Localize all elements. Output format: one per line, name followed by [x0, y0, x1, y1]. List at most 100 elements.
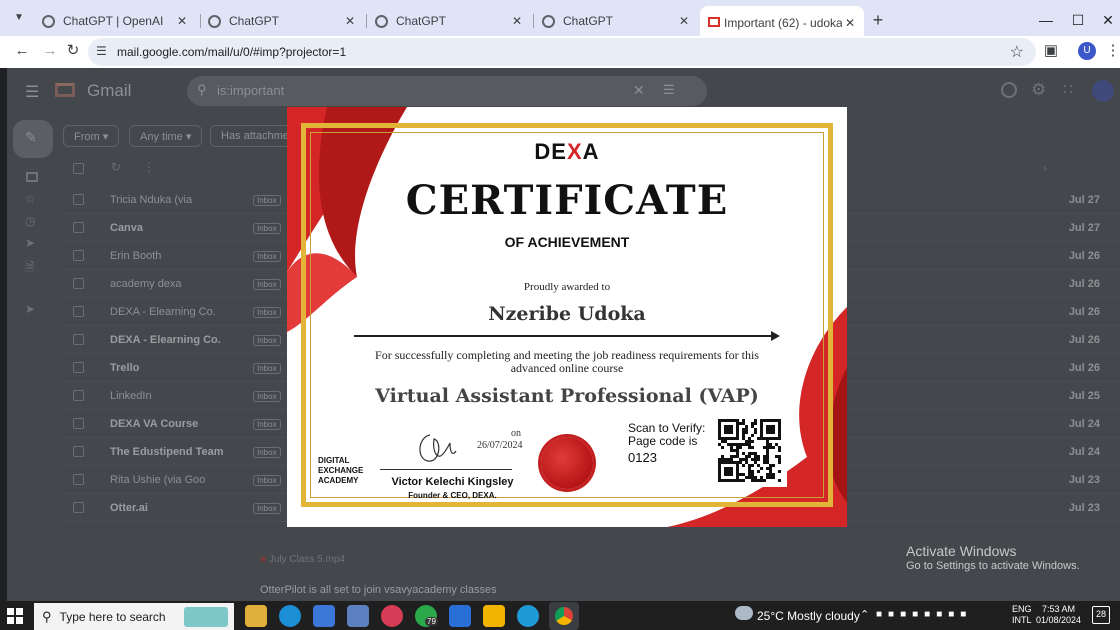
windows-start-icon[interactable]	[6, 607, 24, 625]
notification-icon[interactable]: 28	[1092, 606, 1110, 624]
row-checkbox[interactable]	[73, 362, 84, 373]
row-checkbox[interactable]	[73, 278, 84, 289]
certificate-title: CERTIFICATE	[405, 177, 729, 224]
whatsapp-icon[interactable]: 79	[415, 605, 438, 627]
signer-role: Founder & CEO, DEXA.	[408, 491, 497, 500]
weather-text[interactable]: 25°C Mostly cloudy	[757, 609, 860, 623]
divider-arrow	[354, 335, 774, 337]
mail-search-input[interactable]: ⚲ is:important ✕ ☰	[187, 76, 707, 106]
system-tray-icons[interactable]: ■■■■■■■■	[876, 609, 972, 620]
sent-icon[interactable]: ➤	[25, 236, 35, 250]
chrome-icon	[555, 607, 573, 625]
row-checkbox[interactable]	[73, 502, 84, 513]
search-icon: ⚲	[197, 82, 207, 97]
mail-date: Jul 23	[1068, 502, 1100, 514]
mail-subject: OtterPilot is all set to join vsavyacade…	[260, 584, 497, 596]
certificate-subtitle: OF ACHIEVEMENT	[504, 234, 630, 250]
inbox-tag: Inbox	[253, 335, 281, 346]
filter-any-time[interactable]: Any time ▾	[129, 125, 203, 147]
forward-button[interactable]: →	[39, 40, 61, 62]
close-icon[interactable]: ✕	[842, 16, 858, 30]
awarded-text: Proudly awarded to	[523, 281, 611, 293]
app-colored-icon[interactable]	[381, 605, 403, 627]
starred-icon[interactable]: ☆	[25, 192, 36, 206]
tab-gmail-important[interactable]: Important (62) - udokanzeribe ✕	[700, 6, 864, 40]
mail-date: Jul 26	[1068, 362, 1100, 374]
close-icon[interactable]: ✕	[174, 14, 190, 28]
site-info-icon[interactable]: ☰	[96, 44, 107, 58]
main-menu-icon[interactable]: ☰	[25, 82, 39, 102]
search-highlight-image	[184, 607, 228, 627]
close-icon[interactable]: ✕	[676, 14, 692, 28]
language-indicator[interactable]: ENG INTL	[1012, 604, 1032, 626]
row-checkbox[interactable]	[73, 418, 84, 429]
mail-sender: Trello	[110, 362, 140, 374]
apps-grid-icon[interactable]: ∷	[1063, 80, 1073, 98]
whatsapp-badge: 79	[425, 617, 438, 626]
back-button[interactable]: ←	[11, 40, 33, 62]
attachment-name: July Class 5.mp4	[268, 554, 345, 565]
close-icon[interactable]: ✕	[342, 14, 358, 28]
row-checkbox[interactable]	[73, 446, 84, 457]
lang-code: ENG	[1012, 604, 1032, 614]
help-icon[interactable]	[1001, 82, 1017, 98]
address-bar[interactable]: ☰ mail.google.com/mail/u/0/#imp?projecto…	[88, 38, 1036, 66]
app-icon[interactable]	[347, 605, 369, 627]
refresh-icon[interactable]: ↻	[111, 160, 121, 174]
row-checkbox[interactable]	[73, 334, 84, 345]
minimize-button[interactable]: —	[1034, 8, 1058, 32]
mail-sender: DEXA - Elearning Co.	[110, 334, 221, 346]
filter-from[interactable]: From ▾	[63, 125, 120, 147]
activate-windows-title: Activate Windows	[906, 543, 1017, 559]
extensions-icon[interactable]: ▣	[1040, 40, 1062, 62]
more-icon[interactable]: ⋮	[143, 160, 155, 174]
attachment-chip[interactable]: ■ July Class 5.mp4	[260, 554, 345, 565]
maximize-button[interactable]: ☐	[1066, 8, 1090, 32]
tab-chatgpt-3[interactable]: ChatGPT ✕	[367, 8, 531, 34]
signature	[419, 434, 457, 462]
mail-icon[interactable]	[449, 605, 471, 627]
new-tab-button[interactable]: +	[868, 10, 888, 30]
dexa-logo: DEXA	[534, 139, 600, 164]
account-avatar[interactable]	[1092, 80, 1114, 102]
snoozed-icon[interactable]: ◷	[25, 214, 35, 228]
store-icon[interactable]	[313, 605, 335, 627]
more-menu-icon[interactable]: ⋮	[1102, 40, 1120, 62]
close-window-button[interactable]: ✕	[1096, 8, 1120, 32]
settings-gear-icon[interactable]: ⚙	[1031, 80, 1046, 100]
taskbar-search[interactable]: ⚲ Type here to search	[34, 603, 234, 630]
bookmark-star-icon[interactable]: ☆	[1010, 42, 1024, 62]
clock-date: 01/08/2024	[1036, 615, 1082, 625]
reload-button[interactable]: ↻	[62, 40, 84, 62]
row-checkbox[interactable]	[73, 306, 84, 317]
file-explorer-icon[interactable]	[245, 605, 267, 627]
row-checkbox[interactable]	[73, 390, 84, 401]
clear-search-icon[interactable]: ✕	[633, 82, 645, 99]
inbox-icon[interactable]	[26, 172, 38, 182]
tab-search-chevron-icon[interactable]: ▼	[14, 12, 24, 23]
google-drive-icon[interactable]	[483, 605, 505, 627]
row-checkbox[interactable]	[73, 474, 84, 485]
row-checkbox[interactable]	[73, 250, 84, 261]
row-checkbox[interactable]	[73, 194, 84, 205]
search-options-icon[interactable]: ☰	[663, 82, 675, 98]
row-checkbox[interactable]	[73, 222, 84, 233]
tab-chatgpt-2[interactable]: ChatGPT ✕	[200, 8, 364, 34]
next-page-icon[interactable]: ›	[1043, 161, 1047, 175]
edge-icon[interactable]	[279, 605, 301, 627]
clock[interactable]: 7:53 AM 01/08/2024	[1036, 604, 1081, 626]
important-icon[interactable]: ➤	[25, 302, 35, 316]
drafts-icon[interactable]: 🗎	[25, 258, 35, 279]
close-icon[interactable]: ✕	[509, 14, 525, 28]
tab-chatgpt-4[interactable]: ChatGPT ✕	[534, 8, 698, 34]
profile-avatar[interactable]: U	[1078, 42, 1096, 60]
openai-icon	[542, 14, 555, 28]
canva-icon[interactable]	[517, 605, 539, 627]
compose-button[interactable]: ✎	[13, 120, 53, 158]
tab-chatgpt-openai[interactable]: ChatGPT | OpenAI ✕	[34, 8, 196, 34]
mail-sender: DEXA - Elearning Co.	[110, 306, 216, 318]
select-all-checkbox[interactable]	[73, 163, 84, 174]
chrome-taskbar-button[interactable]	[549, 602, 579, 630]
tray-chevron-icon[interactable]: ⌃	[860, 608, 869, 621]
gmail-logo-text[interactable]: Gmail	[87, 81, 131, 101]
